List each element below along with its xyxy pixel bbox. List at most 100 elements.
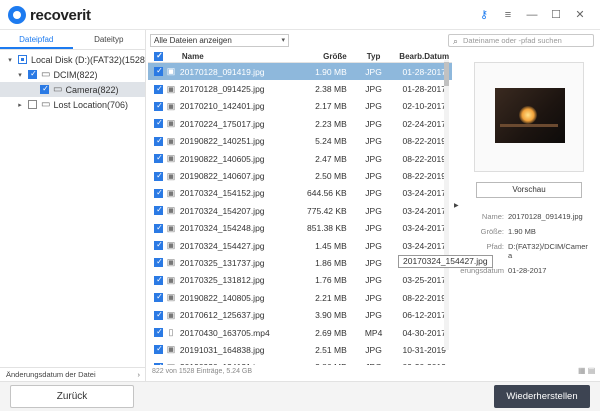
- grid-view-icon[interactable]: ▦: [578, 366, 586, 375]
- tree-checkbox[interactable]: [18, 55, 27, 64]
- maximize-icon[interactable]: ☐: [544, 6, 568, 24]
- image-file-icon: ▣: [166, 170, 176, 181]
- row-checkbox[interactable]: [154, 171, 164, 181]
- tree-node-local-disk[interactable]: ▾ Local Disk (D:)(FAT32)(1528: [0, 52, 145, 67]
- file-type: JPG: [365, 171, 382, 182]
- search-input[interactable]: [463, 35, 591, 46]
- row-checkbox[interactable]: [154, 327, 164, 338]
- scrollbar-thumb[interactable]: [444, 62, 449, 86]
- tree-node-dcim[interactable]: ▾ ▭ DCIM(822): [0, 67, 145, 82]
- row-checkbox[interactable]: [154, 344, 164, 355]
- table-row[interactable]: ▣20190822_140605.jpg2.47 MBJPG08-22-2019: [148, 150, 452, 167]
- file-type: JPG: [365, 101, 382, 112]
- file-size: 2.47 MB: [315, 153, 347, 164]
- row-checkbox[interactable]: [154, 118, 164, 129]
- row-checkbox[interactable]: [154, 257, 164, 268]
- row-checkbox[interactable]: [154, 292, 164, 303]
- file-size: 851.38 KB: [307, 223, 347, 234]
- file-size: 2.21 MB: [315, 292, 347, 303]
- row-checkbox[interactable]: [154, 240, 164, 251]
- file-name: 20170324_154152.jpg: [179, 188, 265, 199]
- tree-node-lost-location[interactable]: ▸ ▭ Lost Location(706): [0, 97, 145, 112]
- table-row[interactable]: ▣20190822_140805.jpg2.21 MBJPG08-22-2019: [148, 289, 452, 306]
- file-name: 20190822_140805.jpg: [179, 292, 265, 303]
- file-size: 2.17 MB: [315, 101, 347, 112]
- key-icon[interactable]: ⚷: [472, 6, 496, 24]
- tab-dateipfad[interactable]: Dateipfad: [0, 30, 73, 49]
- image-file-icon: ▣: [166, 344, 176, 355]
- table-row[interactable]: ▯20170430_163705.mp42.69 MBMP404-30-2017: [148, 324, 452, 341]
- chevron-down-icon[interactable]: ▾: [281, 35, 285, 46]
- image-file-icon: ▣: [166, 240, 176, 251]
- table-row[interactable]: ▣20191031_164838.jpg2.51 MBJPG10-31-2019: [148, 341, 452, 358]
- tab-dateityp[interactable]: Dateityp: [73, 30, 146, 49]
- table-row[interactable]: ▣20170324_154427.jpg1.45 MBJPG03-24-2017: [148, 237, 452, 254]
- folder-icon: ▭: [41, 69, 51, 80]
- search-box[interactable]: ⌕: [448, 34, 594, 47]
- table-row[interactable]: ▣20170612_125637.jpg3.90 MBJPG06-12-2017: [148, 306, 452, 323]
- file-filter-select[interactable]: Alle Dateien anzeigen ▾: [150, 34, 289, 47]
- app-logo: recoverit: [8, 6, 91, 24]
- date-filter-bar[interactable]: Änderungsdatum der Datei ›: [0, 367, 146, 381]
- app-name: recoverit: [30, 6, 91, 24]
- image-file-icon: ▣: [166, 135, 176, 146]
- file-name: 20170324_154248.jpg: [179, 223, 265, 234]
- tree-node-camera[interactable]: ▭ Camera(822): [0, 82, 145, 97]
- row-checkbox[interactable]: [154, 101, 164, 111]
- column-name[interactable]: Name: [178, 52, 293, 61]
- file-size: 1.90 MB: [315, 66, 347, 77]
- preview-thumbnail: [474, 62, 584, 172]
- column-type[interactable]: Typ: [351, 52, 397, 61]
- file-type: JPG: [365, 240, 382, 251]
- expanded-arrow-icon[interactable]: ▾: [6, 56, 14, 64]
- image-file-icon: ▣: [166, 153, 176, 164]
- file-size: 3.86 MB: [293, 362, 351, 365]
- row-checkbox[interactable]: [154, 223, 164, 233]
- file-type: JPG: [365, 84, 382, 95]
- table-row[interactable]: ▣20170128_091425.jpg2.38 MBJPG01-28-2017: [148, 80, 452, 97]
- close-icon[interactable]: ✕: [568, 6, 592, 24]
- table-row[interactable]: ▣20170324_154248.jpg851.38 KBJPG03-24-20…: [148, 220, 452, 237]
- row-checkbox[interactable]: [154, 188, 164, 198]
- file-size: 3.90 MB: [315, 310, 347, 321]
- row-checkbox[interactable]: [154, 310, 164, 320]
- row-checkbox[interactable]: [154, 205, 164, 216]
- row-checkbox[interactable]: [154, 362, 164, 365]
- list-view-icon[interactable]: ▤: [588, 366, 596, 375]
- tree-checkbox[interactable]: [28, 100, 37, 109]
- date-filter-label: Änderungsdatum der Datei: [6, 370, 96, 379]
- collapsed-arrow-icon[interactable]: ▸: [16, 101, 24, 109]
- chevron-right-icon[interactable]: ›: [138, 368, 141, 381]
- expanded-arrow-icon[interactable]: ▾: [16, 71, 24, 79]
- tree-checkbox[interactable]: [28, 69, 38, 79]
- menu-icon[interactable]: ≡: [496, 6, 520, 24]
- table-row[interactable]: ▣20170224_175017.jpg2.23 MBJPG02-24-2017: [148, 115, 452, 132]
- row-checkbox[interactable]: [154, 84, 164, 94]
- row-checkbox[interactable]: [154, 153, 164, 164]
- file-type: JPG: [365, 153, 382, 164]
- tree-checkbox[interactable]: [40, 84, 50, 94]
- table-row[interactable]: ▣20170325_131812.jpg1.76 MBJPG03-25-2017: [148, 272, 452, 289]
- row-checkbox[interactable]: [154, 136, 164, 146]
- expand-arrow-icon[interactable]: ▶: [454, 202, 459, 209]
- select-all-checkbox[interactable]: [154, 51, 164, 61]
- row-checkbox[interactable]: [154, 275, 164, 285]
- file-name: 20170325_131812.jpg: [179, 275, 265, 286]
- back-button[interactable]: Zurück: [10, 385, 134, 408]
- scrollbar[interactable]: [444, 60, 449, 350]
- image-file-icon: ▣: [166, 205, 176, 216]
- table-row[interactable]: ▣20190920_134131.jpg3.86 MBJPG09-20-2019: [148, 359, 452, 365]
- table-row[interactable]: ▣20170324_154207.jpg775.42 KBJPG03-24-20…: [148, 202, 452, 219]
- recover-button[interactable]: Wiederherstellen: [494, 385, 590, 408]
- minimize-icon[interactable]: —: [520, 6, 544, 24]
- row-checkbox[interactable]: [154, 66, 164, 77]
- table-row[interactable]: ▣20190822_140607.jpg2.50 MBJPG08-22-2019: [148, 167, 452, 184]
- file-name: 20170128_091419.jpg: [179, 66, 265, 77]
- table-row[interactable]: ▣20170210_142401.jpg2.17 MBJPG02-10-2017: [148, 98, 452, 115]
- column-size[interactable]: Größe: [293, 52, 351, 61]
- filter-value: Alle Dateien anzeigen: [154, 36, 232, 45]
- table-row[interactable]: ▣20170324_154152.jpg644.56 KBJPG03-24-20…: [148, 185, 452, 202]
- preview-button[interactable]: Vorschau: [476, 182, 582, 198]
- table-row[interactable]: ▣20190822_140251.jpg5.24 MBJPG08-22-2019: [148, 133, 452, 150]
- table-row[interactable]: ▣20170128_091419.jpg1.90 MBJPG01-28-2017: [148, 63, 452, 81]
